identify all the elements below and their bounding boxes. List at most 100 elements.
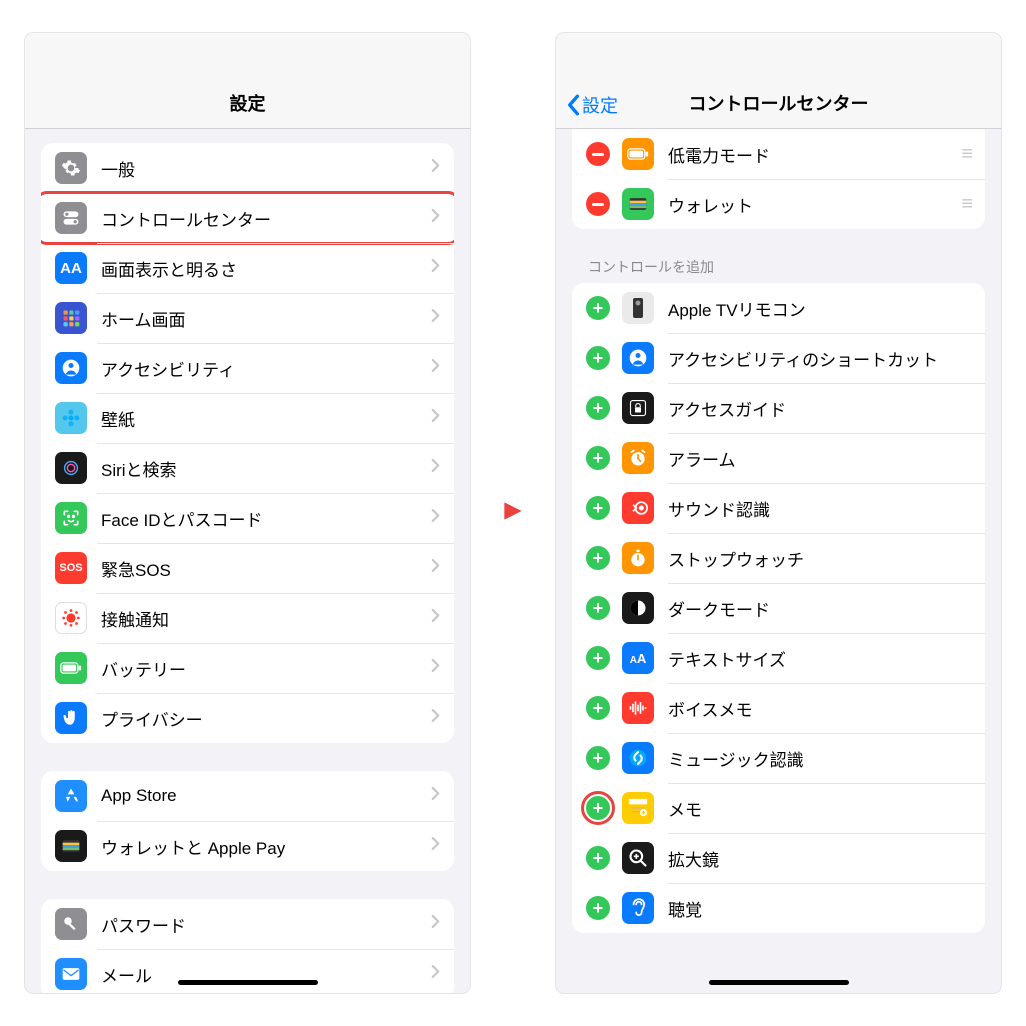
add-button[interactable]: + bbox=[586, 746, 610, 770]
settings-row[interactable]: Siriと検索 bbox=[41, 443, 454, 493]
row-label: コントロールセンター bbox=[101, 206, 431, 231]
page-title: コントロールセンター bbox=[689, 90, 869, 116]
more-control-row[interactable]: + ストップウォッチ bbox=[572, 533, 985, 583]
stopwatch-icon bbox=[622, 542, 654, 574]
more-control-row[interactable]: + AA テキストサイズ bbox=[572, 633, 985, 683]
home-indicator[interactable] bbox=[709, 980, 849, 985]
mail-icon bbox=[55, 958, 87, 990]
more-control-row[interactable]: + ミュージック認識 bbox=[572, 733, 985, 783]
notes-icon bbox=[622, 792, 654, 824]
included-controls-group: 低電力モード ≡ ウォレット ≡ bbox=[572, 129, 985, 229]
back-label: 設定 bbox=[582, 92, 618, 118]
back-button[interactable]: 設定 bbox=[566, 92, 618, 118]
row-label: ウォレットと Apple Pay bbox=[101, 834, 431, 859]
drag-handle-icon[interactable]: ≡ bbox=[961, 193, 971, 216]
remote-icon bbox=[622, 292, 654, 324]
drag-handle-icon[interactable]: ≡ bbox=[961, 143, 971, 166]
included-control-row[interactable]: ウォレット ≡ bbox=[572, 179, 985, 229]
control-center-list[interactable]: 低電力モード ≡ ウォレット ≡ コントロールを追加 + Apple TVリモコ… bbox=[556, 129, 1001, 993]
add-button[interactable]: + bbox=[586, 496, 610, 520]
more-control-row[interactable]: + アクセスガイド bbox=[572, 383, 985, 433]
control-label: アラーム bbox=[668, 446, 971, 471]
more-control-row[interactable]: + アクセシビリティのショートカット bbox=[572, 333, 985, 383]
settings-list[interactable]: 一般 コントロールセンター AA 画面表示と明るさ ホーム画面 アクセシビリティ… bbox=[25, 129, 470, 993]
row-label: ホーム画面 bbox=[101, 306, 431, 331]
more-control-row[interactable]: + サウンド認識 bbox=[572, 483, 985, 533]
row-label: 緊急SOS bbox=[101, 556, 431, 581]
darkmode-icon bbox=[622, 592, 654, 624]
settings-row[interactable]: AA 画面表示と明るさ bbox=[41, 243, 454, 293]
add-button[interactable]: + bbox=[586, 846, 610, 870]
settings-row[interactable]: SOS 緊急SOS bbox=[41, 543, 454, 593]
control-label: アクセシビリティのショートカット bbox=[668, 346, 971, 371]
settings-row[interactable]: メール bbox=[41, 949, 454, 993]
lock-icon bbox=[622, 392, 654, 424]
chevron-right-icon bbox=[431, 158, 440, 178]
more-control-row[interactable]: + 聴覚 bbox=[572, 883, 985, 933]
key-icon bbox=[55, 908, 87, 940]
SOS-icon: SOS bbox=[55, 552, 87, 584]
settings-row[interactable]: アクセシビリティ bbox=[41, 343, 454, 393]
control-label: ミュージック認識 bbox=[668, 746, 971, 771]
add-button[interactable]: + bbox=[586, 646, 610, 670]
add-button[interactable]: + bbox=[586, 896, 610, 920]
remove-button[interactable] bbox=[586, 192, 610, 216]
flower-icon bbox=[55, 402, 87, 434]
wallet-icon bbox=[55, 830, 87, 862]
settings-row[interactable]: バッテリー bbox=[41, 643, 454, 693]
more-control-row[interactable]: + メモ bbox=[572, 783, 985, 833]
battery-icon bbox=[622, 138, 654, 170]
settings-row[interactable]: 接触通知 bbox=[41, 593, 454, 643]
row-label: App Store bbox=[101, 786, 431, 806]
row-label: 接触通知 bbox=[101, 606, 431, 631]
row-label: プライバシー bbox=[101, 706, 431, 731]
settings-row[interactable]: パスワード bbox=[41, 899, 454, 949]
person-icon bbox=[55, 352, 87, 384]
add-button[interactable]: + bbox=[586, 596, 610, 620]
voice-icon bbox=[622, 692, 654, 724]
settings-row[interactable]: 一般 bbox=[41, 143, 454, 193]
row-label: アクセシビリティ bbox=[101, 356, 431, 381]
chevron-right-icon bbox=[431, 308, 440, 328]
settings-row[interactable]: App Store bbox=[41, 771, 454, 821]
settings-row[interactable]: 壁紙 bbox=[41, 393, 454, 443]
control-label: ボイスメモ bbox=[668, 696, 971, 721]
control-label: アクセスガイド bbox=[668, 396, 971, 421]
settings-row[interactable]: ウォレットと Apple Pay bbox=[41, 821, 454, 871]
more-control-row[interactable]: + ボイスメモ bbox=[572, 683, 985, 733]
settings-row[interactable]: Face IDとパスコード bbox=[41, 493, 454, 543]
remove-button[interactable] bbox=[586, 142, 610, 166]
chevron-right-icon bbox=[431, 964, 440, 984]
control-label: 聴覚 bbox=[668, 896, 971, 921]
included-control-row[interactable]: 低電力モード ≡ bbox=[572, 129, 985, 179]
add-button[interactable]: + bbox=[586, 696, 610, 720]
more-controls-group: + Apple TVリモコン + アクセシビリティのショートカット + アクセス… bbox=[572, 283, 985, 933]
add-button[interactable]: + bbox=[586, 346, 610, 370]
control-label: 拡大鏡 bbox=[668, 846, 971, 871]
more-control-row[interactable]: + Apple TVリモコン bbox=[572, 283, 985, 333]
settings-row[interactable]: コントロールセンター bbox=[41, 193, 454, 243]
more-control-row[interactable]: + ダークモード bbox=[572, 583, 985, 633]
more-control-row[interactable]: + アラーム bbox=[572, 433, 985, 483]
settings-group: 一般 コントロールセンター AA 画面表示と明るさ ホーム画面 アクセシビリティ… bbox=[41, 143, 454, 743]
settings-row[interactable]: ホーム画面 bbox=[41, 293, 454, 343]
more-control-row[interactable]: + 拡大鏡 bbox=[572, 833, 985, 883]
alarm-icon bbox=[622, 442, 654, 474]
control-label: 低電力モード bbox=[668, 142, 961, 167]
aA-icon: AA bbox=[622, 642, 654, 674]
control-label: テキストサイズ bbox=[668, 646, 971, 671]
add-button[interactable]: + bbox=[586, 796, 610, 820]
add-button[interactable]: + bbox=[586, 396, 610, 420]
settings-row[interactable]: プライバシー bbox=[41, 693, 454, 743]
ear-icon bbox=[622, 892, 654, 924]
control-center-screen: 設定 コントロールセンター 低電力モード ≡ ウォレット ≡ コントロールを追加… bbox=[556, 33, 1001, 993]
navbar: 設定 コントロールセンター bbox=[556, 33, 1001, 129]
settings-group: パスワード メール bbox=[41, 899, 454, 993]
add-button[interactable]: + bbox=[586, 446, 610, 470]
add-button[interactable]: + bbox=[586, 546, 610, 570]
row-label: 画面表示と明るさ bbox=[101, 256, 431, 281]
magnifier-icon bbox=[622, 842, 654, 874]
appstore-icon bbox=[55, 780, 87, 812]
add-button[interactable]: + bbox=[586, 296, 610, 320]
home-indicator[interactable] bbox=[178, 980, 318, 985]
